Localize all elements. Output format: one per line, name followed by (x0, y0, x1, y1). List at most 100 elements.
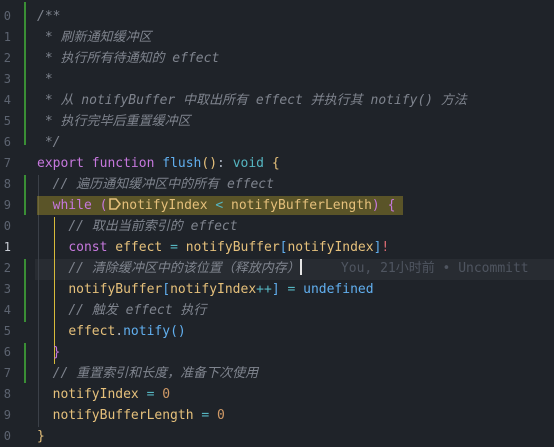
line-number[interactable]: 5 (0, 111, 11, 132)
code-line[interactable]: } (37, 342, 61, 363)
code-token: notifyBuffer (185, 240, 280, 255)
line-number[interactable]: 9 (0, 405, 11, 426)
code-token: * 从 notifyBuffer 中取出所有 effect 并执行其 notif… (37, 93, 467, 108)
code-token: () (170, 324, 186, 339)
code-token: */ (37, 135, 61, 150)
code-editor[interactable]: 5012345678901234567890 /** * 刷新通知缓冲区 * 执… (0, 0, 554, 447)
code-line[interactable]: const effect = notifyBuffer[notifyIndex]… (37, 237, 389, 258)
code-line[interactable]: // 遍历通知缓冲区中的所有 effect (37, 174, 274, 195)
code-line[interactable]: notifyIndex = 0 (37, 384, 170, 405)
code-token: export (37, 156, 84, 171)
line-number[interactable]: 2 (0, 258, 11, 279)
code-token: * 刷新通知缓冲区 (37, 30, 152, 45)
git-blame-annotation[interactable]: You, 21小时前 • Uncommitt (302, 261, 529, 276)
code-line[interactable]: // 清除缓冲区中的该位置（释放内存） You, 21小时前 • Uncommi… (37, 258, 529, 279)
code-token: } (52, 345, 61, 360)
git-change-bar[interactable] (24, 175, 26, 215)
line-number[interactable]: 8 (0, 384, 11, 405)
breakpoint-hint-icon[interactable] (107, 197, 122, 211)
line-number[interactable]: 7 (0, 363, 11, 384)
line-number[interactable]: 4 (0, 300, 11, 321)
code-token: notifyIndex (287, 240, 374, 255)
line-number[interactable]: 3 (0, 69, 11, 90)
code-token: // 重置索引和长度，准备下次使用 (52, 366, 259, 381)
code-token: void (232, 156, 265, 171)
code-line[interactable]: * 刷新通知缓冲区 (37, 27, 152, 48)
code-line[interactable]: // 触发 effect 执行 (37, 300, 206, 321)
code-token: { (387, 198, 396, 213)
line-number[interactable]: 6 (0, 132, 11, 153)
line-number[interactable]: 6 (0, 342, 11, 363)
code-token: } (37, 429, 45, 444)
line-number[interactable]: 4 (0, 90, 11, 111)
line-number[interactable]: 5 (0, 321, 11, 342)
code-line[interactable]: */ (37, 132, 61, 153)
git-change-bar[interactable] (24, 2, 26, 145)
code-line[interactable]: // 重置索引和长度，准备下次使用 (37, 363, 258, 384)
code-token: ! (381, 240, 390, 255)
code-token: notifyBuffer (68, 282, 163, 297)
line-number[interactable]: 0 (0, 426, 11, 447)
code-line[interactable]: * 执行所有待通知的 effect (37, 48, 219, 69)
code-line[interactable]: notifyBuffer[notifyIndex++] = undefined (37, 279, 373, 300)
code-token: notifyIndex (121, 198, 208, 213)
code-token: ++ (256, 282, 272, 297)
git-change-bar[interactable] (24, 343, 26, 383)
line-number[interactable]: 2 (0, 48, 11, 69)
line-number[interactable]: 9 (0, 195, 11, 216)
line-number[interactable]: 1 (0, 237, 11, 258)
code-token: // 触发 effect 执行 (68, 303, 207, 318)
code-line[interactable]: notifyBufferLength = 0 (37, 405, 225, 426)
code-line[interactable]: * 从 notifyBuffer 中取出所有 effect 并执行其 notif… (37, 90, 467, 111)
code-line[interactable]: /** (37, 6, 60, 27)
code-line[interactable]: effect.notify() (37, 321, 186, 342)
code-token: effect (115, 240, 163, 255)
code-line[interactable]: export function flush(): void { (37, 153, 280, 174)
code-line[interactable]: * 执行完毕后重置缓冲区 (37, 111, 191, 132)
git-change-bar[interactable] (24, 259, 26, 322)
code-token: notifyIndex (52, 387, 139, 402)
code-token: const (68, 240, 108, 255)
line-number[interactable]: 0 (0, 216, 11, 237)
code-line[interactable]: * (37, 69, 53, 90)
code-token: function (91, 156, 155, 171)
line-number[interactable]: 8 (0, 174, 11, 195)
code-token: notifyIndex (170, 282, 257, 297)
line-number[interactable]: 3 (0, 279, 11, 300)
code-token: * (37, 72, 53, 87)
line-number[interactable]: 1 (0, 27, 11, 48)
code-token: /** (37, 9, 61, 24)
code-token: . (115, 324, 124, 339)
code-token: ) (371, 198, 380, 213)
code-line[interactable]: } (37, 426, 45, 447)
code-line[interactable]: // 取出当前索引的 effect (37, 216, 238, 237)
code-token: // 取出当前索引的 effect (68, 219, 238, 234)
code-line[interactable]: while (notifyIndex < notifyBufferLength)… (37, 195, 396, 216)
code-token: notify (123, 324, 171, 339)
line-number[interactable]: 7 (0, 153, 11, 174)
code-token: * 执行完毕后重置缓冲区 (37, 114, 191, 129)
line-number-gutter: 5012345678901234567890 (0, 0, 14, 447)
code-token: // 清除缓冲区中的该位置（释放内存） (68, 261, 300, 276)
code-token: { (271, 156, 280, 171)
line-number[interactable]: 0 (0, 6, 11, 27)
code-token: 0 (217, 408, 225, 423)
code-token: * 执行所有待通知的 effect (37, 51, 220, 66)
